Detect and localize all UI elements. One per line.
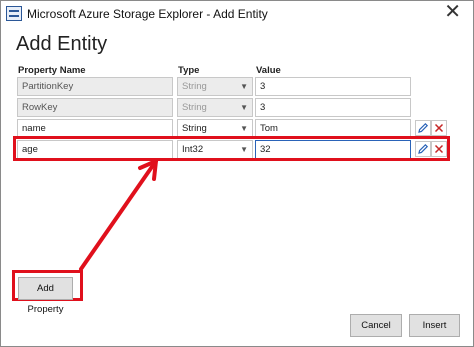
cancel-button[interactable]: Cancel [350, 314, 402, 337]
dialog-window: Microsoft Azure Storage Explorer - Add E… [0, 0, 474, 347]
add-property-button[interactable]: Add Property [18, 277, 73, 315]
insert-button[interactable]: Insert [409, 314, 460, 337]
